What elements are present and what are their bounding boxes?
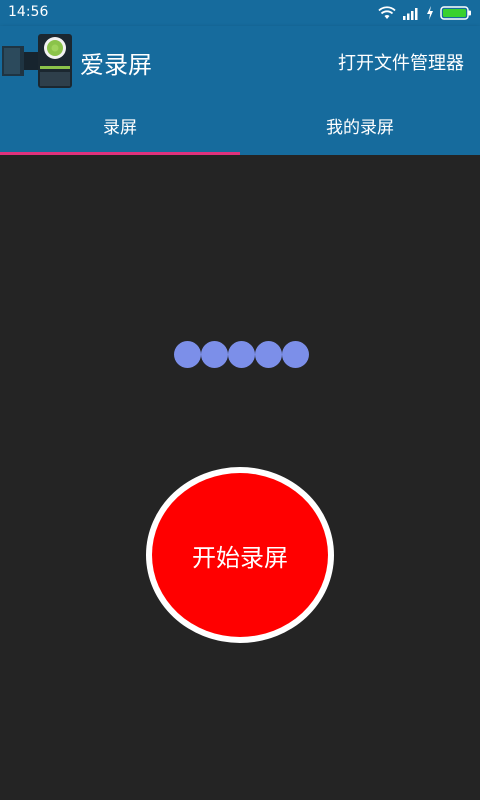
start-recording-button-face[interactable]: 开始录屏 [152,473,328,637]
signal-icon [403,8,418,20]
loading-dot [174,341,201,368]
loading-dot [228,341,255,368]
tab-record[interactable]: 录屏 [0,96,240,155]
app-bar: 爱录屏 打开文件管理器 [0,26,480,96]
tab-indicator [0,152,240,155]
start-recording-label: 开始录屏 [192,543,288,572]
status-icons [378,6,472,20]
charging-icon [427,6,433,20]
tab-my-recordings[interactable]: 我的录屏 [240,96,480,155]
tab-record-label: 录屏 [103,118,137,138]
loading-dots [172,341,312,369]
loading-dot [255,341,282,368]
battery-icon [440,6,471,20]
status-bar: 14:56 [0,0,480,26]
app-title: 爱录屏 [80,51,152,79]
tab-bar: 录屏 我的录屏 [0,96,480,155]
tab-my-recordings-label: 我的录屏 [326,118,394,138]
camera-logo-icon [2,34,72,88]
status-time: 14:56 [8,4,49,20]
loading-dot [282,341,309,368]
open-file-manager-button[interactable]: 打开文件管理器 [338,49,464,75]
wifi-icon [378,6,396,19]
loading-dot [201,341,228,368]
start-recording-button[interactable]: 开始录屏 [146,467,334,643]
